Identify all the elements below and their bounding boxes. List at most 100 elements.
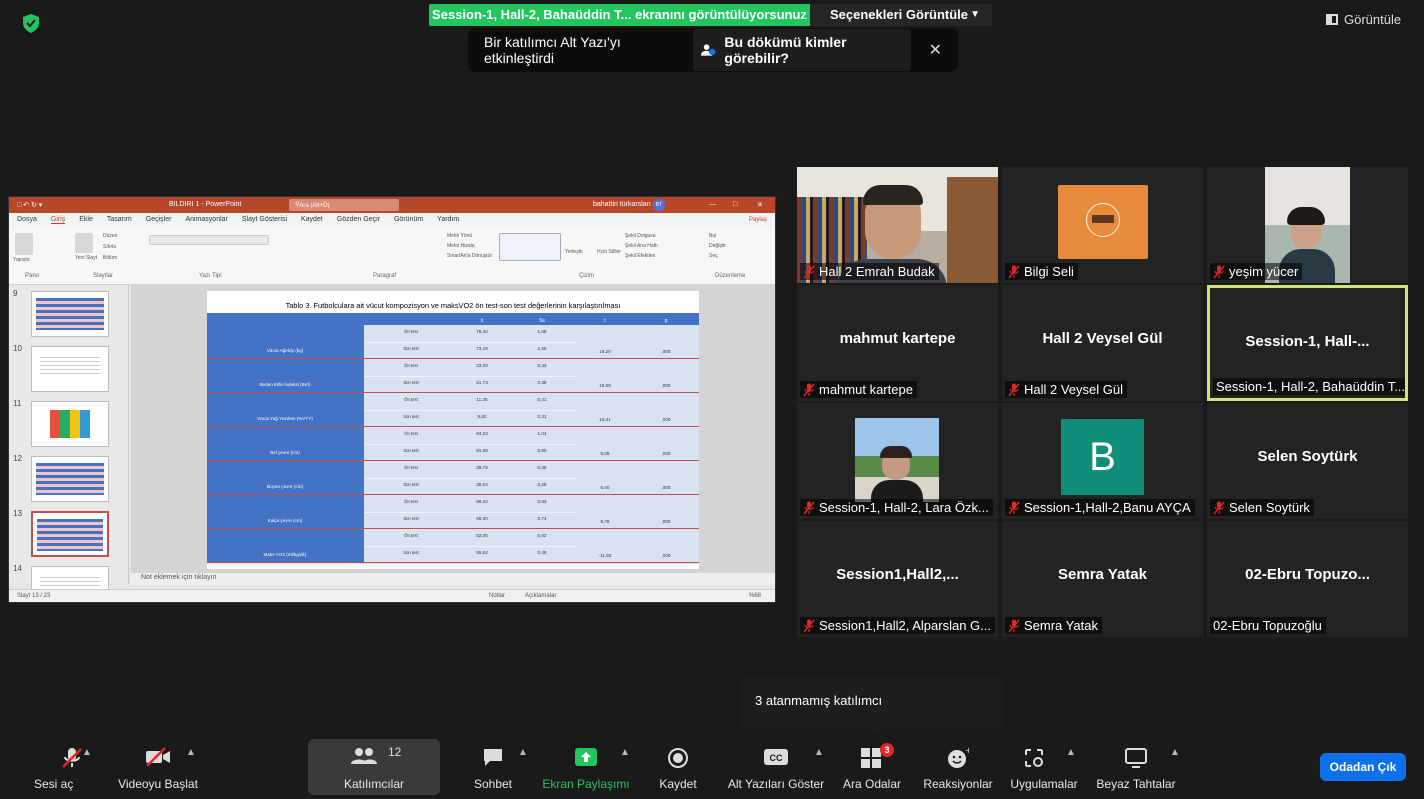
video-options-caret[interactable]: ▲ [186,747,196,758]
ppt-menu-item[interactable]: Geçişler [146,216,172,224]
audio-options-caret[interactable]: ▲ [82,747,92,758]
participant-tile[interactable]: Semra Yatak Semra Yatak [1002,521,1203,637]
ribbon-text-direction-label[interactable]: Metin Yönü [447,233,472,239]
participant-tile[interactable]: mahmut kartepe mahmut kartepe [797,285,998,401]
camera-off-icon [146,747,170,767]
participant-tile[interactable]: Session-1, Hall-... Session-1, Hall-2, Ba… [1207,285,1408,401]
ribbon-shape-effects-label[interactable]: Şekil Efektleri [625,253,655,259]
ppt-search-label: Ara (Alt+Ö) [299,203,330,209]
ribbon-section-label[interactable]: Bölüm [103,255,117,261]
ppt-menu-item[interactable]: Ekle [79,216,93,224]
ribbon-new-slide-label: Yeni Slayt [75,255,98,261]
apps-button[interactable]: ▲ Uygulamalar [1004,735,1084,799]
participant-tile[interactable]: Hall 2 Emrah Budak [797,167,998,283]
ribbon-quick-styles-label[interactable]: Hızlı Stiller [597,249,621,255]
ribbon-smartart-label[interactable]: SmartArt'a Dönüştür [447,253,492,259]
microphone-muted-icon [1213,501,1225,514]
unassigned-tooltip: 3 atanmamış katılımcı [740,677,1004,735]
table-row-divider [364,546,577,547]
apps-options-caret[interactable]: ▲ [1066,747,1076,758]
shapes-gallery[interactable] [499,233,561,261]
chat-options-caret[interactable]: ▲ [518,747,528,758]
participant-tile[interactable]: Bilgi Seli [1002,167,1203,283]
start-video-label: Videoyu Başlat [118,777,198,791]
breakout-rooms-button[interactable]: 3 Ara Odalar [840,735,904,799]
minimize-icon[interactable]: — [709,201,716,208]
participant-tile[interactable]: yeşim yücer [1207,167,1408,283]
slide-thumbnail[interactable] [31,456,109,502]
close-window-icon[interactable]: ✕ [757,201,763,209]
paste-icon[interactable] [15,233,33,255]
comments-button[interactable]: Açıklamalar [525,593,556,599]
share-options-caret[interactable]: ▲ [620,747,630,758]
close-icon[interactable]: ✕ [929,40,942,60]
participants-button[interactable]: 12 Katılımcılar [308,739,440,795]
ribbon-align-text-label[interactable]: Metni Hizala [447,243,475,249]
participant-tile[interactable]: Hall 2 Veysel Gül Hall 2 Veysel Gül [1002,285,1203,401]
leave-room-button[interactable]: Odadan Çık [1320,753,1406,781]
table-cell: 10,41 [599,417,611,422]
participant-tile[interactable]: Session-1, Hall-2, Lara Özk... [797,403,998,519]
ppt-search-box[interactable]: ⚲ Ara (Alt+Ö) [289,199,399,211]
ribbon-find-label[interactable]: Bul [709,233,716,239]
notes-placeholder[interactable]: Not eklemek için tıklayın [131,573,775,585]
unmute-button[interactable]: ▲ Sesi aç [28,735,116,799]
ppt-menu-item[interactable]: Görünüm [394,216,423,224]
slide-thumbnail[interactable] [31,346,109,392]
table-cell: 8,82 [478,414,487,419]
new-slide-icon[interactable] [75,233,93,253]
table-row-label: Maks VO2 (ml/kg/dk) [264,552,307,557]
participant-tile[interactable]: B Session-1,Hall-2,Banu AYÇA [1002,403,1203,519]
font-family-select[interactable] [149,235,269,245]
ribbon-select-label[interactable]: Seç [709,253,718,259]
ppt-quick-access-icons[interactable]: □ ↶ ↻ ▾ [17,201,42,209]
ppt-menu-item[interactable]: Animasyonlar [185,216,227,224]
table-cell: Ön test [404,431,418,436]
ribbon-shape-fill-label[interactable]: Şekil Dolgusu [625,233,656,239]
zoom-level[interactable]: %68 [749,593,761,599]
caption-viewers-button[interactable]: Bu dökümü kimler görebilir? [693,29,911,71]
slide-thumbnail[interactable] [31,291,109,337]
view-button[interactable]: Görüntüle [1326,12,1401,27]
whiteboards-button[interactable]: ▲ Beyaz Tahtalar [1094,735,1180,799]
participant-tile[interactable]: Selen Soytürk Selen Soytürk [1207,403,1408,519]
notes-button[interactable]: Notlar [489,593,505,599]
encryption-shield-icon[interactable] [20,12,42,34]
ppt-menu-item[interactable]: Tasarım [107,216,132,224]
caption-notice-text: Bir katılımcı Alt Yazı'yı etkinleştirdi [484,34,621,66]
maximize-icon[interactable]: □ [733,201,737,208]
whiteboard-options-caret[interactable]: ▲ [1170,747,1180,758]
ribbon-replace-label[interactable]: Değiştir [709,243,726,249]
captions-options-caret[interactable]: ▲ [814,747,824,758]
ppt-user-avatar[interactable]: BT [653,199,665,211]
ppt-share-button[interactable]: Paylaş [749,217,767,223]
ppt-menu-item[interactable]: Kaydet [301,216,323,224]
view-options-dropdown[interactable]: Seçenekleri Görüntüle ▼ [810,4,992,26]
table-row-label: Bel çevre (cm) [270,450,300,455]
ppt-menu-item[interactable]: Slayt Gösterisi [242,216,287,224]
chat-button[interactable]: ▲ Sohbet [462,735,528,799]
ribbon-layout-label[interactable]: Düzen [103,233,117,239]
ribbon-arrange-label[interactable]: Yerleştir [565,249,583,255]
share-screen-button[interactable]: ▲ Ekran Paylaşımı [538,735,634,799]
ribbon-reset-label[interactable]: Sıfırla [103,244,116,250]
show-captions-button[interactable]: CC ▲ Alt Yazıları Göster [724,735,828,799]
show-captions-label: Alt Yazıları Göster [727,777,825,791]
record-button[interactable]: Kaydet [652,735,704,799]
slide-thumbnail[interactable] [31,401,109,447]
record-label: Kaydet [659,777,697,791]
slide-thumbnail[interactable] [31,511,109,557]
microphone-muted-icon [1008,501,1020,514]
table-cell: Son test [403,414,419,419]
font-format-buttons[interactable] [149,251,269,261]
ribbon-shape-outline-label[interactable]: Şekil Ana Hattı [625,243,658,249]
participant-tile[interactable]: Session1,Hall2,... Session1,Hall2, Alpars… [797,521,998,637]
start-video-button[interactable]: ▲ Videoyu Başlat [106,735,210,799]
reactions-button[interactable]: + Reaksiyonlar [918,735,998,799]
current-slide: Tablo 3. Futbolculara ait vücut kompozis… [207,291,699,569]
ppt-menu-item[interactable]: Dosya [17,216,37,224]
ppt-menu-item[interactable]: Giriş [50,216,66,224]
participant-tile[interactable]: 02-Ebru Topuzo... 02-Ebru Topuzoğlu [1207,521,1408,637]
ppt-menu-item[interactable]: Gözden Geçir [337,216,380,224]
ppt-menu-item[interactable]: Yardım [437,216,459,224]
